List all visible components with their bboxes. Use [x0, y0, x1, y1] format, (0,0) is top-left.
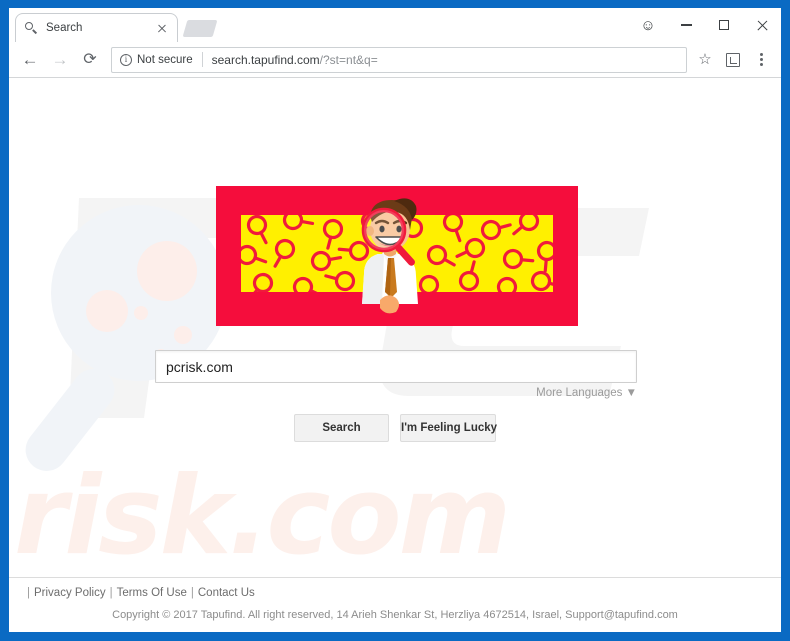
info-circle-icon — [120, 53, 132, 66]
magnifier-icon — [24, 21, 39, 36]
riskcom-watermark: risk.com — [14, 454, 511, 579]
extension-icon — [726, 52, 740, 67]
minimize-icon — [680, 24, 692, 26]
browser-window-frame: Search ☺ ← → ⟳ i Not secure search.tapuf… — [0, 0, 790, 641]
footer-separator-1: | — [109, 587, 113, 599]
footer-separator-0: | — [27, 587, 30, 599]
security-label: Not secure — [137, 53, 193, 66]
url-host: search.tapufind.com — [211, 52, 320, 67]
browser-window: Search ☺ ← → ⟳ i Not secure search.tapuf… — [9, 8, 781, 632]
privacy-policy-link[interactable]: Privacy Policy — [34, 587, 106, 599]
new-tab-button[interactable] — [182, 20, 218, 37]
contact-us-link[interactable]: Contact Us — [198, 587, 255, 599]
close-window-button[interactable] — [743, 8, 781, 42]
menu-button[interactable] — [747, 46, 775, 74]
terms-of-use-link[interactable]: Terms Of Use — [117, 587, 187, 599]
cartoon-man-icon — [361, 198, 418, 314]
tab-title: Search — [46, 22, 83, 34]
menu-icon — [759, 53, 763, 66]
star-icon: ☆ — [698, 51, 712, 68]
bookmark-button[interactable]: ☆ — [691, 46, 719, 74]
back-button[interactable]: ← — [15, 45, 45, 75]
browser-toolbar: ← → ⟳ Not secure search.tapufind.com/?st… — [9, 42, 781, 78]
reload-icon: ⟳ — [83, 50, 97, 68]
omnibox-divider — [201, 52, 203, 67]
search-buttons-row: Search I'm Feeling Lucky — [9, 414, 781, 442]
page-content: risk.com pcrisk.com More Languages ▼ Sea… — [9, 78, 781, 631]
maximize-button[interactable] — [705, 8, 743, 42]
extension-button[interactable] — [719, 46, 747, 74]
search-button[interactable]: Search — [294, 414, 389, 442]
forward-button[interactable]: → — [45, 45, 75, 75]
security-indicator[interactable]: Not secure — [120, 53, 193, 66]
page-footer: | Privacy Policy | Terms Of Use | Contact Us … — [9, 577, 781, 631]
promo-banner — [216, 186, 578, 326]
url-path: /?st=nt&q= — [319, 52, 378, 67]
profile-icon: ☺ — [640, 16, 656, 34]
copyright-text: Copyright © 2017 Tapufind. All right res… — [112, 609, 678, 621]
back-arrow-icon: ← — [21, 50, 39, 69]
footer-separator-2: | — [190, 587, 194, 599]
window-controls: ☺ — [629, 8, 781, 42]
feeling-lucky-button[interactable]: I'm Feeling Lucky — [400, 414, 497, 442]
tab-strip: Search ☺ — [9, 8, 781, 42]
more-languages-link[interactable]: More Languages ▼ — [536, 387, 637, 399]
reload-button[interactable]: ⟳ — [75, 45, 105, 75]
address-bar[interactable]: Not secure search.tapufind.com/?st=nt&q= — [111, 46, 687, 73]
profile-button[interactable]: ☺ — [629, 8, 667, 42]
maximize-icon — [719, 20, 729, 30]
search-input[interactable] — [155, 350, 637, 383]
close-icon — [756, 19, 769, 32]
url-text: search.tapufind.com/?st=nt&q= — [212, 53, 378, 67]
footer-links: | Privacy Policy | Terms Of Use | Contact Us — [23, 587, 255, 599]
close-icon[interactable] — [154, 21, 169, 36]
forward-arrow-icon: → — [51, 50, 69, 69]
minimize-button[interactable] — [667, 8, 705, 42]
tab-search[interactable]: Search — [15, 13, 178, 42]
